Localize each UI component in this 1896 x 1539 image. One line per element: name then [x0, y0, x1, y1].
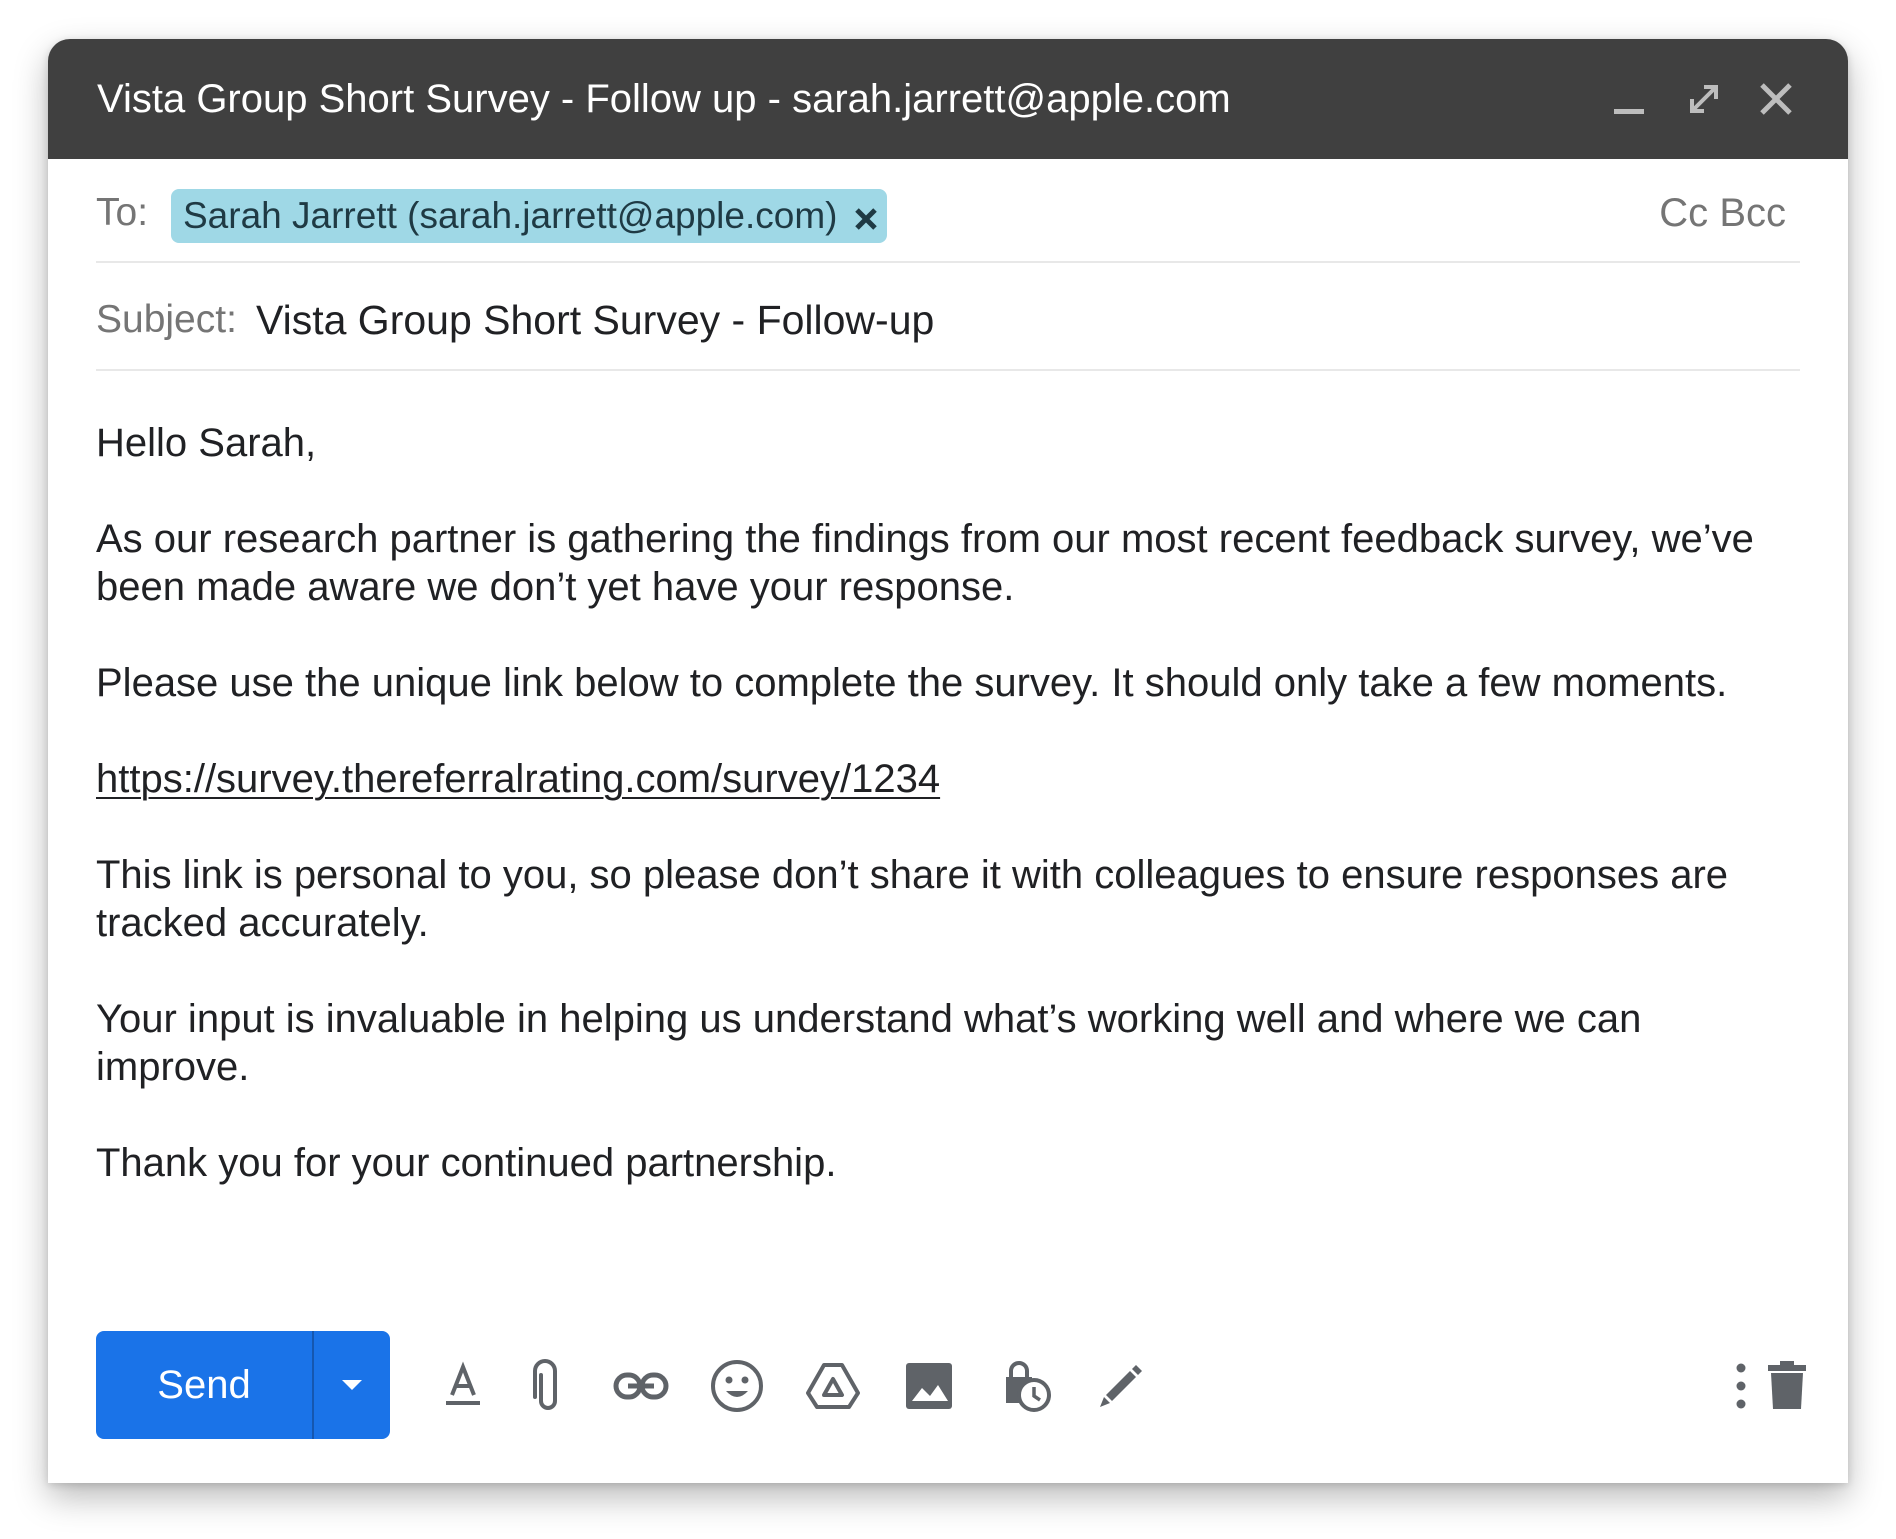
body-paragraph: Please use the unique link below to comp…: [96, 661, 1728, 705]
insert-link-icon[interactable]: [610, 1355, 672, 1417]
close-icon[interactable]: [1750, 73, 1802, 125]
confidential-mode-icon[interactable]: [994, 1355, 1056, 1417]
body-paragraph: As our research partner is gathering the…: [96, 517, 1754, 609]
insert-emoji-icon[interactable]: [706, 1355, 768, 1417]
closing-text: Thank you for your continued partnership…: [96, 1141, 837, 1185]
minimize-icon[interactable]: [1604, 73, 1656, 125]
insert-drive-icon[interactable]: [802, 1355, 864, 1417]
subject-row[interactable]: Subject: Vista Group Short Survey - Foll…: [96, 263, 1800, 371]
subject-field[interactable]: Vista Group Short Survey - Follow-up: [256, 297, 934, 344]
fullscreen-icon[interactable]: [1678, 73, 1730, 125]
compose-toolbar: Send: [96, 1331, 1806, 1439]
subject-label: Subject:: [96, 298, 237, 341]
remove-recipient-icon[interactable]: [851, 201, 881, 231]
dropdown-arrow-icon: [342, 1380, 362, 1390]
send-button-group: Send: [96, 1331, 390, 1439]
survey-link[interactable]: https://survey.thereferralrating.com/sur…: [96, 757, 940, 801]
compose-title: Vista Group Short Survey - Follow up - s…: [97, 77, 1231, 121]
send-button[interactable]: Send: [96, 1331, 312, 1439]
to-label: To:: [96, 191, 149, 234]
survey-link-paragraph: https://survey.thereferralrating.com/sur…: [96, 755, 1796, 803]
discard-draft-icon[interactable]: [1756, 1355, 1818, 1417]
formatting-options-icon[interactable]: [432, 1355, 494, 1417]
message-body[interactable]: Hello Sarah, As our research partner is …: [96, 419, 1796, 1235]
recipient-chip[interactable]: Sarah Jarrett (sarah.jarrett@apple.com): [171, 189, 888, 243]
cc-link[interactable]: Cc: [1659, 191, 1708, 235]
bcc-link[interactable]: Bcc: [1719, 191, 1786, 235]
greeting-text: Hello Sarah,: [96, 421, 317, 465]
insert-signature-icon[interactable]: [1090, 1355, 1152, 1417]
compose-title-bar[interactable]: Vista Group Short Survey - Follow up - s…: [48, 39, 1848, 159]
attach-files-icon[interactable]: [514, 1355, 576, 1417]
recipients-row[interactable]: To: Sarah Jarrett (sarah.jarrett@apple.c…: [96, 159, 1800, 263]
body-paragraph: This link is personal to you, so please …: [96, 853, 1729, 945]
insert-photo-icon[interactable]: [898, 1355, 960, 1417]
cc-bcc-links: Cc Bcc: [1659, 191, 1786, 236]
send-options-button[interactable]: [314, 1331, 390, 1439]
body-paragraph: Your input is invaluable in helping us u…: [96, 997, 1642, 1089]
compose-window: Vista Group Short Survey - Follow up - s…: [48, 39, 1848, 1483]
recipient-chip-label: Sarah Jarrett (sarah.jarrett@apple.com): [183, 195, 838, 236]
